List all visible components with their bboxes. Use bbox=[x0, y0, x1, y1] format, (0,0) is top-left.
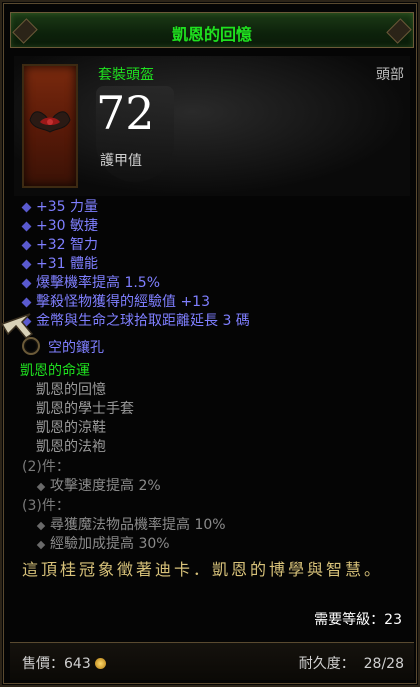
item-tooltip: 凱恩的回憶 套裝頭盔 頭部 72 護甲值 +35 力量 +30 敏捷 +32 智… bbox=[0, 0, 420, 687]
helm-icon bbox=[29, 111, 71, 133]
diamond-bullet-icon bbox=[21, 221, 32, 232]
durability-value: 28/28 bbox=[363, 656, 404, 672]
diamond-bullet-icon bbox=[36, 521, 46, 531]
property-line: 金幣與生命之球拾取距離延長 3 碼 bbox=[20, 312, 410, 331]
set-item: 凱恩的法袍 bbox=[36, 439, 106, 455]
armor-value: 72 bbox=[96, 86, 155, 140]
item-slot: 頭部 bbox=[376, 67, 404, 83]
diamond-bullet-icon bbox=[21, 297, 32, 308]
property-line: +32 智力 bbox=[20, 236, 410, 255]
item-title: 凱恩的回憶 bbox=[171, 25, 252, 44]
item-properties: +35 力量 +30 敏捷 +32 智力 +31 體能 爆擊機率提高 1.5% … bbox=[20, 198, 410, 331]
title-bar: 凱恩的回憶 bbox=[10, 12, 414, 48]
armor-label: 護甲值 bbox=[100, 153, 142, 169]
set-item: 凱恩的學士手套 bbox=[36, 401, 134, 417]
diamond-bullet-icon bbox=[21, 278, 32, 289]
set-name: 凱恩的命運 bbox=[20, 363, 90, 379]
set-item: 凱恩的涼鞋 bbox=[36, 420, 106, 436]
diamond-bullet-icon bbox=[21, 259, 32, 270]
set-tier-2-label: (2)件： bbox=[22, 459, 70, 475]
diamond-bullet-icon bbox=[21, 202, 32, 213]
set-bonus-section: 凱恩的命運 凱恩的回憶 凱恩的學士手套 凱恩的涼鞋 凱恩的法袍 (2)件： 攻擊… bbox=[20, 362, 410, 554]
diamond-bullet-icon bbox=[36, 482, 46, 492]
durability-label: 耐久度： bbox=[298, 656, 355, 672]
set-bonus-line: 攻擊速度提高 2% bbox=[20, 477, 410, 496]
property-line: 爆擊機率提高 1.5% bbox=[20, 274, 410, 293]
set-bonus-line: 尋獲魔法物品機率提高 10% bbox=[20, 516, 410, 535]
required-level: 需要等級：23 bbox=[314, 612, 402, 628]
set-bonus-line: 經驗加成提高 30% bbox=[20, 535, 410, 554]
item-type: 套裝頭盔 bbox=[98, 67, 154, 83]
item-header: 套裝頭盔 頭部 72 護甲值 bbox=[14, 56, 410, 196]
item-icon-frame bbox=[22, 64, 78, 188]
sell-value: 643 bbox=[64, 656, 91, 672]
set-tier-3-label: (3)件： bbox=[22, 498, 70, 514]
diamond-bullet-icon bbox=[36, 540, 46, 550]
durability: 耐久度： 28/28 bbox=[299, 653, 404, 673]
diamond-bullet-icon bbox=[21, 240, 32, 251]
gold-coin-icon bbox=[94, 658, 106, 669]
mouse-cursor-icon bbox=[0, 313, 34, 339]
flavor-text: 這頂桂冠象徵著迪卡．凱恩的博學與智慧。 bbox=[22, 560, 384, 579]
set-item: 凱恩的回憶 bbox=[36, 382, 106, 398]
socket-label: 空的鑲孔 bbox=[48, 340, 104, 356]
sell-price: 售價：643 bbox=[22, 653, 106, 673]
property-line: +30 敏捷 bbox=[20, 217, 410, 236]
property-line: +31 體能 bbox=[20, 255, 410, 274]
item-footer: 售價：643 耐久度： 28/28 bbox=[10, 642, 414, 680]
property-line: +35 力量 bbox=[20, 198, 410, 217]
sell-label: 售價： bbox=[22, 656, 64, 672]
property-line: 擊殺怪物獲得的經驗值 +13 bbox=[20, 293, 410, 312]
